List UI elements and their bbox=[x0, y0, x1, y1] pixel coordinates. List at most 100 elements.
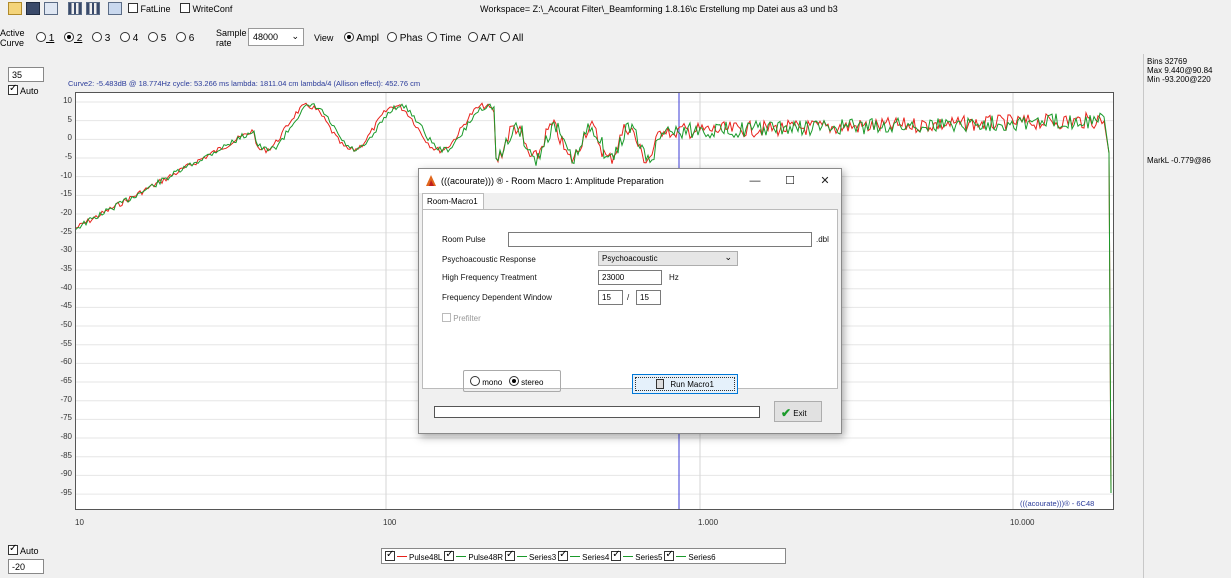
view-radio[interactable] bbox=[427, 32, 437, 42]
min-value: Min -93.200@220 bbox=[1147, 75, 1211, 84]
exit-button[interactable]: ✔ Exit bbox=[774, 401, 822, 422]
run-macro-button[interactable]: Run Macro1 bbox=[632, 374, 738, 394]
run-macro-label: Run Macro1 bbox=[670, 380, 714, 389]
legend-swatch bbox=[570, 556, 581, 557]
legend-checkbox[interactable] bbox=[664, 549, 675, 561]
legend: Pulse48L Pulse48R Series3 Series4 Series5 Ser… bbox=[381, 548, 786, 564]
mono-option[interactable]: mono bbox=[470, 376, 502, 387]
legend-swatch bbox=[397, 556, 407, 557]
fatline-checkbox[interactable] bbox=[128, 3, 138, 13]
curve-radio-1[interactable] bbox=[36, 32, 46, 42]
writeconf-toggle[interactable]: WriteConf bbox=[180, 3, 232, 14]
view-option-time[interactable]: Time bbox=[427, 32, 461, 44]
hf-input[interactable]: 23000 bbox=[598, 270, 662, 285]
checkmark-icon: ✔ bbox=[781, 406, 792, 420]
list-icon[interactable] bbox=[44, 2, 58, 15]
legend-swatch bbox=[676, 556, 687, 557]
y-max-input[interactable]: 35 bbox=[8, 67, 44, 82]
y-auto-bottom[interactable]: Auto bbox=[8, 543, 39, 556]
open-folder-icon[interactable] bbox=[8, 2, 22, 15]
room-pulse-ext: .dbl bbox=[816, 235, 829, 244]
calculator-icon bbox=[656, 379, 665, 389]
legend-item[interactable]: Series4 bbox=[558, 549, 610, 562]
speaker-icon[interactable] bbox=[108, 2, 122, 15]
fatline-toggle[interactable]: FatLine bbox=[128, 3, 171, 14]
legend-checkbox[interactable] bbox=[444, 549, 455, 561]
legend-label: Pulse48R bbox=[468, 553, 504, 562]
legend-checkbox[interactable] bbox=[611, 549, 622, 561]
hf-label: High Frequency Treatment bbox=[442, 273, 537, 282]
sample-rate-value: 48000 bbox=[253, 32, 279, 42]
bars-left-icon[interactable] bbox=[68, 2, 82, 15]
fdw-input-2[interactable]: 15 bbox=[636, 290, 661, 305]
curve-label-4: 4 bbox=[130, 33, 139, 44]
curve-option-4[interactable]: 4 bbox=[120, 32, 138, 44]
fatline-label: FatLine bbox=[140, 4, 171, 14]
prefilter-option[interactable]: Prefilter bbox=[442, 313, 481, 323]
view-option-phas[interactable]: Phas bbox=[387, 32, 423, 44]
curve-option-5[interactable]: 5 bbox=[148, 32, 166, 44]
x-tick-label: 1.000 bbox=[698, 518, 719, 527]
view-label-text: Phas bbox=[397, 33, 423, 44]
mono-radio[interactable] bbox=[470, 376, 480, 386]
legend-item[interactable]: Series6 bbox=[664, 549, 716, 562]
view-radio[interactable] bbox=[344, 32, 354, 42]
stereo-option[interactable]: stereo bbox=[508, 376, 543, 387]
workspace-title: Workspace= Z:\_Acourat Filter\_Beamformi… bbox=[480, 4, 838, 14]
legend-item[interactable]: Pulse48L bbox=[385, 549, 442, 562]
save-disk-icon[interactable] bbox=[26, 2, 40, 15]
view-radio[interactable] bbox=[468, 32, 478, 42]
y-tick-label: -85 bbox=[60, 450, 72, 460]
curve-radio-2[interactable] bbox=[64, 32, 74, 42]
minimize-icon[interactable]: — bbox=[741, 173, 769, 189]
auto-top-checkbox[interactable] bbox=[8, 83, 18, 95]
view-radio[interactable] bbox=[500, 32, 510, 42]
curve-label-1: 1 bbox=[46, 33, 55, 44]
y-tick-label: -40 bbox=[60, 282, 72, 292]
curve-label-2: 2 bbox=[74, 33, 83, 44]
curve-option-3[interactable]: 3 bbox=[92, 32, 110, 44]
legend-checkbox[interactable] bbox=[385, 549, 395, 561]
sample-rate-select[interactable]: 48000 ⌄ bbox=[248, 28, 304, 46]
y-tick-label: 0 bbox=[67, 133, 72, 143]
view-radio[interactable] bbox=[387, 32, 397, 42]
curve-radio-5[interactable] bbox=[148, 32, 158, 42]
y-min-input[interactable]: -20 bbox=[8, 559, 44, 574]
curve-option-6[interactable]: 6 bbox=[176, 32, 194, 44]
dialog-title: (((acourate))) ® - Room Macro 1: Amplitu… bbox=[441, 176, 664, 186]
dialog-titlebar[interactable]: (((acourate))) ® - Room Macro 1: Amplitu… bbox=[419, 169, 841, 193]
view-option-ampl[interactable]: Ampl bbox=[344, 32, 379, 44]
curve-option-2[interactable]: 2 bbox=[64, 32, 82, 44]
curve-radio-6[interactable] bbox=[176, 32, 186, 42]
auto-bottom-checkbox[interactable] bbox=[8, 543, 18, 555]
curve-option-1[interactable]: 1 bbox=[36, 32, 54, 44]
y-auto-top[interactable]: Auto bbox=[8, 83, 39, 96]
legend-item[interactable]: Pulse48R bbox=[444, 549, 504, 562]
legend-checkbox[interactable] bbox=[505, 549, 516, 561]
legend-label: Series4 bbox=[582, 553, 610, 562]
psycho-select[interactable]: Psychoacoustic ⌄ bbox=[598, 251, 738, 266]
view-option-all[interactable]: All bbox=[500, 32, 523, 44]
prefilter-checkbox[interactable] bbox=[442, 313, 451, 322]
close-icon[interactable]: ✕ bbox=[811, 173, 839, 189]
maximize-icon[interactable]: ☐ bbox=[776, 173, 804, 189]
y-tick-label: -80 bbox=[60, 432, 72, 442]
view-option-at[interactable]: A/T bbox=[468, 32, 496, 44]
room-pulse-input[interactable] bbox=[508, 232, 812, 247]
legend-checkbox[interactable] bbox=[558, 549, 569, 561]
legend-item[interactable]: Series5 bbox=[611, 549, 662, 562]
tab-room-macro1[interactable]: Room-Macro1 bbox=[422, 193, 484, 209]
legend-item[interactable]: Series3 bbox=[505, 549, 556, 562]
exit-label: Exit bbox=[793, 409, 807, 418]
curve-radio-4[interactable] bbox=[120, 32, 130, 42]
dialog-body: Room Pulse .dbl Psychoacoustic Response … bbox=[422, 209, 838, 394]
auto-top-label: Auto bbox=[20, 86, 39, 96]
fdw-input-1[interactable]: 15 bbox=[598, 290, 623, 305]
chevron-down-icon: ⌄ bbox=[291, 31, 299, 41]
curve-radio-3[interactable] bbox=[92, 32, 102, 42]
bars-right-icon[interactable] bbox=[86, 2, 100, 15]
curve-label-6: 6 bbox=[186, 33, 195, 44]
view-label-text: Ampl bbox=[354, 33, 380, 44]
stereo-radio[interactable] bbox=[508, 376, 519, 386]
writeconf-checkbox[interactable] bbox=[180, 3, 190, 13]
